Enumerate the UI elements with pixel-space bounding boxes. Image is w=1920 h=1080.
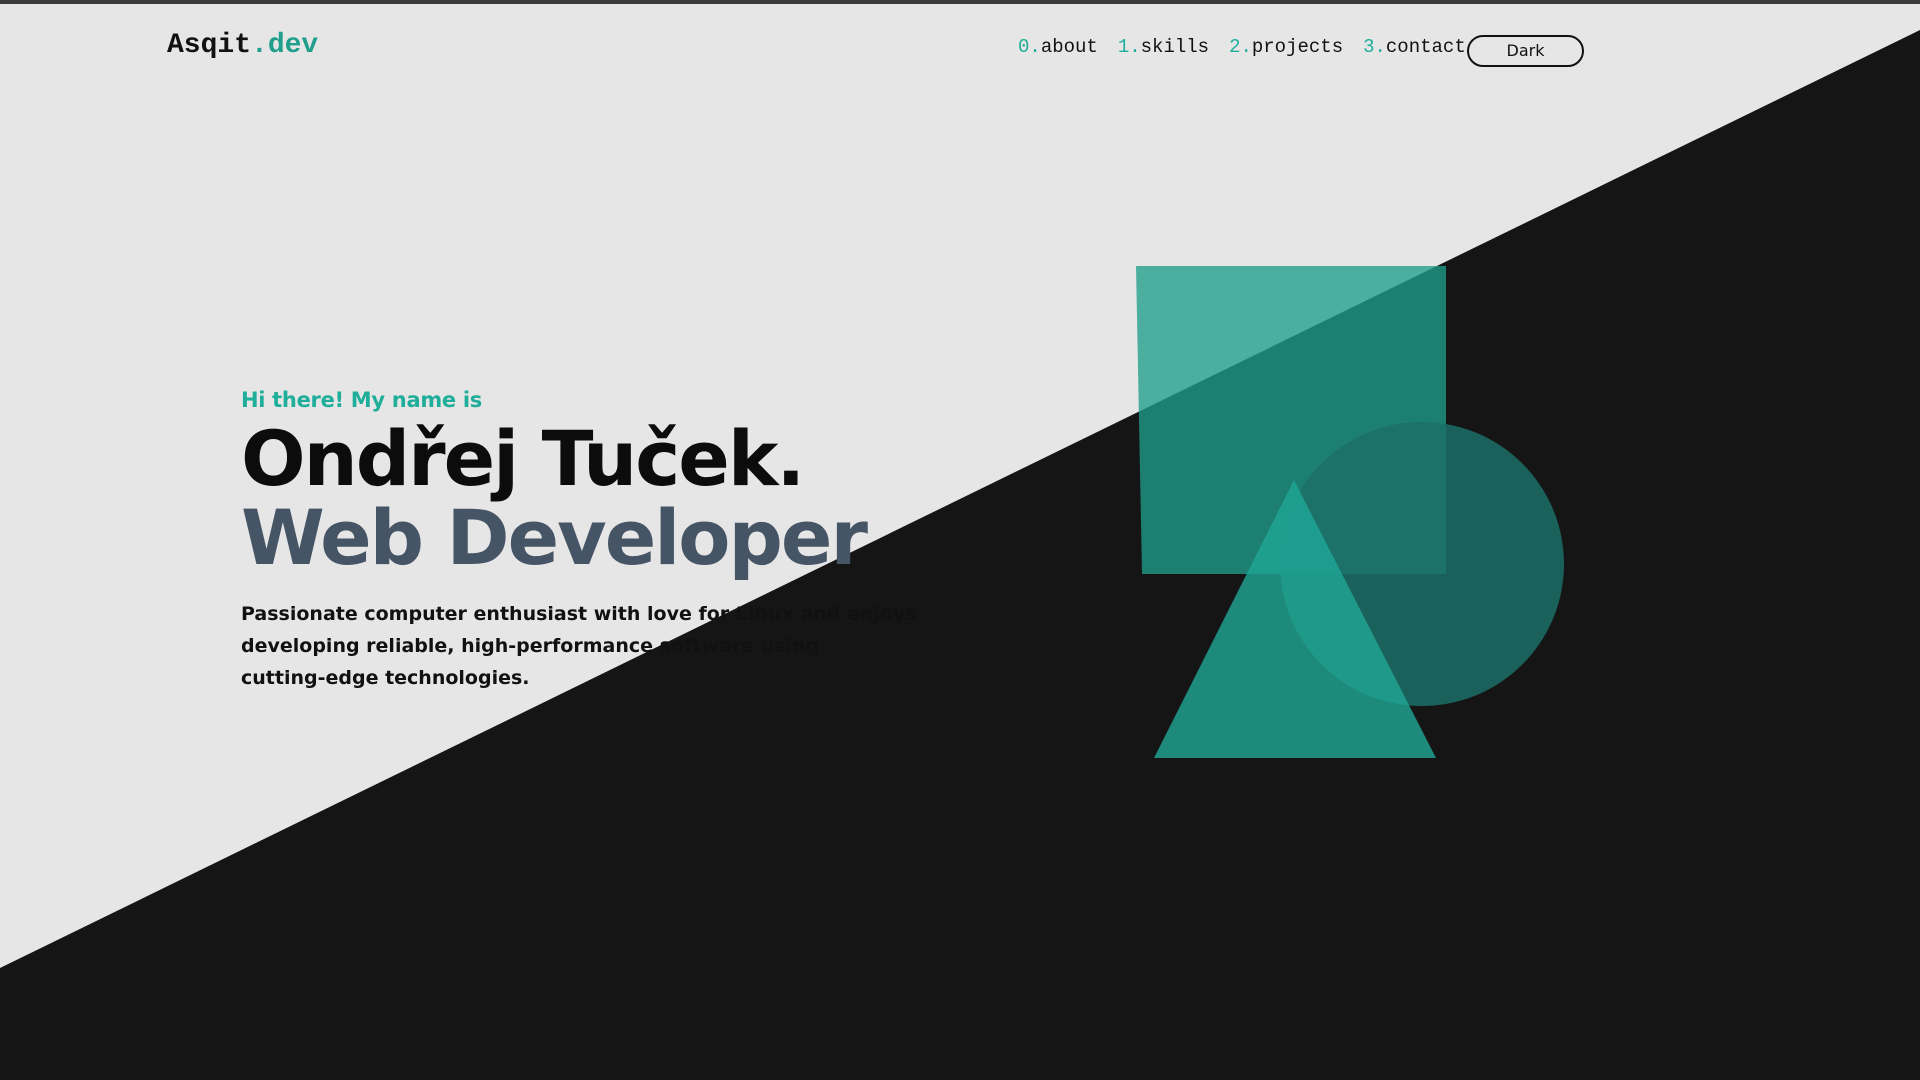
bio-line-3-light: cutting-edge technologies. xyxy=(241,667,530,689)
decorative-shapes xyxy=(1136,266,1564,758)
nav-link-label: about xyxy=(1040,36,1098,58)
nav-link-number: 2. xyxy=(1229,36,1252,58)
nav-link-contact[interactable]: 3.contact xyxy=(1363,36,1466,58)
nav-link-label: skills xyxy=(1140,36,1210,58)
nav-link-projects[interactable]: 2.projects xyxy=(1229,36,1343,58)
bio-line-2-light: developing reliable, high-performance so… xyxy=(241,635,819,657)
nav-link-about[interactable]: 0.about xyxy=(1018,36,1098,58)
hero-bio-svg: Passionate computer enthusiast with love… xyxy=(241,603,917,689)
site-logo[interactable]: Asqit.dev xyxy=(167,30,318,61)
theme-toggle-button[interactable]: Dark xyxy=(1467,35,1584,67)
hero-bio: Passionate computer enthusiast with love… xyxy=(241,600,917,700)
hero-role-svg: Web Developer xyxy=(241,493,870,582)
nav-link-number: 1. xyxy=(1117,36,1141,58)
nav-link-label: contact xyxy=(1385,36,1466,58)
landing-page: Asqit.dev 0.about 1.skills 2.projects 3.… xyxy=(0,0,1920,1080)
logo-accent-text: .dev xyxy=(251,30,319,61)
logo-main-text: Asqit xyxy=(167,30,252,61)
page-bottom-edge xyxy=(0,1076,1920,1080)
nav-link-number: 0. xyxy=(1018,36,1041,58)
nav-link-number: 3. xyxy=(1363,36,1386,58)
hero-role: Web Developer xyxy=(241,493,870,582)
hero-name: Ondřej Tuček. xyxy=(241,414,805,503)
window-top-border xyxy=(0,0,1920,4)
navbar: Asqit.dev 0.about 1.skills 2.projects 3.… xyxy=(0,0,1920,100)
nav-menu: 0.about 1.skills 2.projects 3.contact xyxy=(1018,36,1466,58)
bio-line-1-light: Passionate computer enthusiast with love… xyxy=(241,603,917,625)
hero-section: Hi there! My name is Ondřej Tuček. Web D… xyxy=(241,388,917,700)
nav-link-skills[interactable]: 1.skills xyxy=(1118,36,1209,58)
nav-link-label: projects xyxy=(1251,36,1344,58)
hero-greeting: Hi there! My name is xyxy=(241,388,482,412)
hero-role-text: Web Developer xyxy=(241,493,868,582)
